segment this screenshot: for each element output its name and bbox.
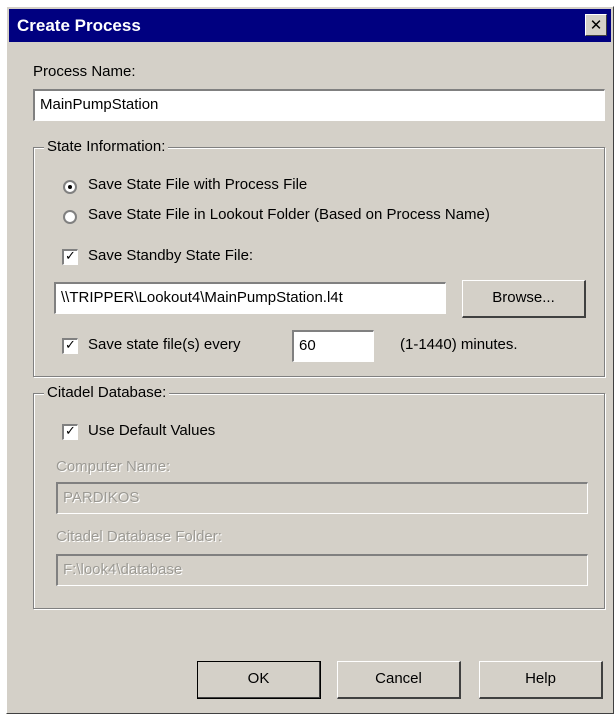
- state-information-group: State Information: Save State File with …: [33, 138, 605, 377]
- process-name-label: Process Name:: [33, 63, 136, 80]
- use-default-values-checkbox[interactable]: ✓: [62, 424, 78, 440]
- database-folder-label: Citadel Database Folder:: [56, 528, 222, 545]
- use-default-values-label[interactable]: Use Default Values: [88, 422, 215, 439]
- save-in-lookout-folder-label[interactable]: Save State File in Lookout Folder (Based…: [88, 206, 490, 223]
- process-name-input[interactable]: MainPumpStation: [33, 89, 605, 121]
- browse-button[interactable]: Browse...: [462, 280, 586, 318]
- close-button[interactable]: ✕: [585, 14, 607, 36]
- title-bar[interactable]: Create Process ✕: [9, 9, 611, 42]
- computer-name-label: Computer Name:: [56, 458, 171, 475]
- save-in-lookout-folder-radio[interactable]: [63, 210, 77, 224]
- computer-name-input[interactable]: PARDIKOS: [56, 482, 588, 514]
- database-folder-input[interactable]: F:\look4\database: [56, 554, 588, 586]
- window-title: Create Process: [17, 16, 141, 35]
- citadel-database-group: Citadel Database: ✓ Use Default Values C…: [33, 384, 605, 609]
- create-process-dialog: Create Process ✕ Process Name: MainPumpS…: [6, 6, 614, 714]
- checkmark-icon: ✓: [65, 424, 76, 439]
- save-interval-input[interactable]: 60: [292, 330, 374, 362]
- close-icon: ✕: [589, 16, 603, 34]
- save-standby-label[interactable]: Save Standby State File:: [88, 247, 253, 264]
- save-every-label[interactable]: Save state file(s) every: [88, 336, 241, 353]
- save-standby-checkbox[interactable]: ✓: [62, 249, 78, 265]
- checkmark-icon: ✓: [65, 249, 76, 264]
- state-information-legend: State Information:: [44, 138, 169, 155]
- ok-button[interactable]: OK: [197, 661, 321, 699]
- save-every-checkbox[interactable]: ✓: [62, 338, 78, 354]
- cancel-button[interactable]: Cancel: [337, 661, 461, 699]
- save-with-process-file-label[interactable]: Save State File with Process File: [88, 176, 307, 193]
- help-button[interactable]: Help: [479, 661, 603, 699]
- save-with-process-file-radio[interactable]: [63, 180, 77, 194]
- citadel-database-legend: Citadel Database:: [44, 384, 170, 401]
- checkmark-icon: ✓: [65, 338, 76, 353]
- standby-path-input[interactable]: \\TRIPPER\Lookout4\MainPumpStation.l4t: [54, 282, 446, 314]
- save-interval-range: (1-1440) minutes.: [400, 336, 518, 353]
